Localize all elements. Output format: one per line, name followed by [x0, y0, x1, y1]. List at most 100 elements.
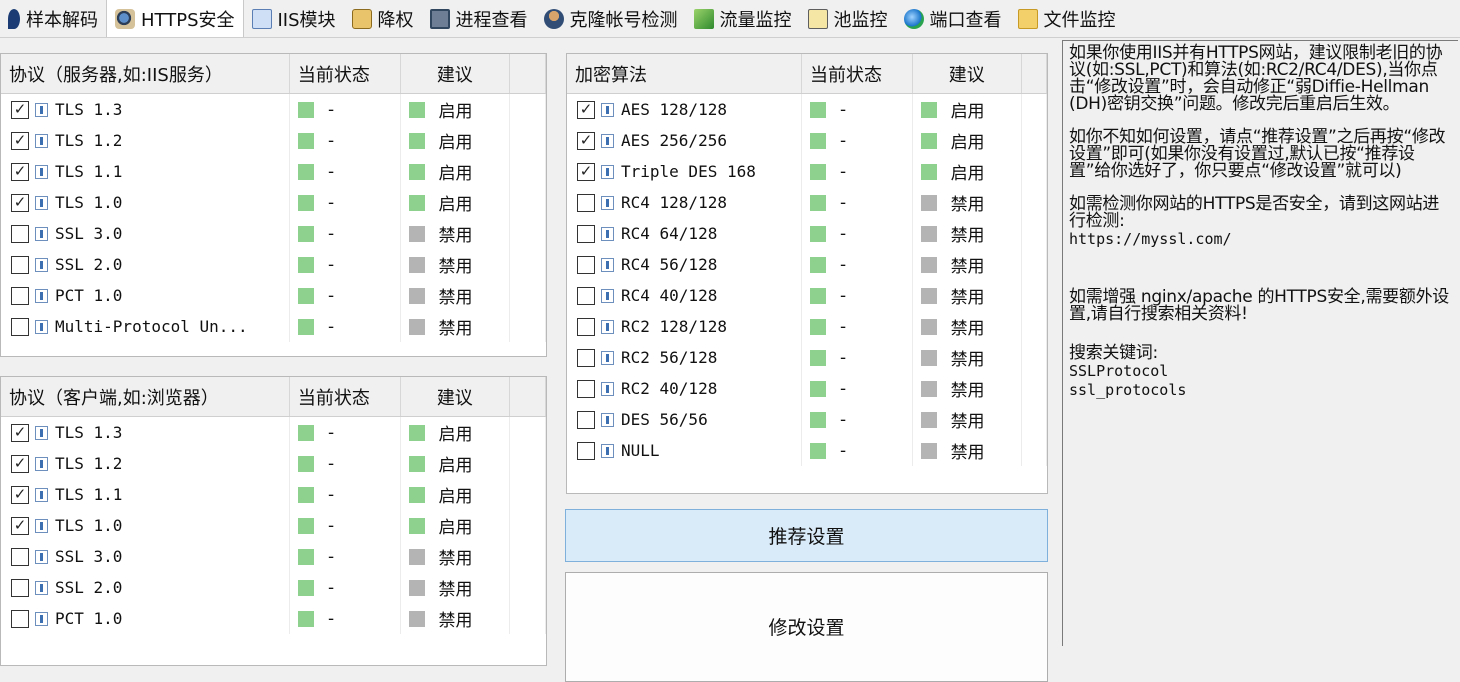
status-cell: -	[802, 311, 913, 342]
tab-bar: 样本解码 HTTPS安全 IIS模块 降权 进程查看 克隆帐号检测 流量监控 池监控 端口查看 文…	[0, 0, 1460, 38]
spacer-cell	[510, 417, 546, 448]
row-checkbox[interactable]	[11, 547, 29, 566]
cipher-row[interactable]: ✓ AES 256/256 - 启用	[567, 125, 1047, 156]
info-item-icon	[35, 518, 48, 533]
cipher-row[interactable]: RC4 64/128 - 禁用	[567, 218, 1047, 249]
advice-indicator-icon	[408, 101, 425, 118]
client-protocol-row[interactable]: PCT 1.0 - 禁用	[1, 603, 546, 634]
status-cell: -	[290, 479, 401, 510]
cipher-row[interactable]: ✓ AES 128/128 - 启用	[567, 94, 1047, 125]
server-protocol-row[interactable]: SSL 3.0 - 禁用	[1, 218, 546, 249]
row-checkbox[interactable]	[11, 255, 29, 274]
client-protocol-row[interactable]: ✓ TLS 1.0 - 启用	[1, 510, 546, 541]
row-checkbox[interactable]	[11, 317, 29, 336]
column-header-protocol[interactable]: 协议（客户端,如:浏览器）	[1, 377, 290, 416]
client-protocol-row[interactable]: SSL 3.0 - 禁用	[1, 541, 546, 572]
advice-cell: 启用	[401, 125, 511, 156]
server-protocol-row[interactable]: Multi-Protocol Un... - 禁用	[1, 311, 546, 342]
column-header-advice[interactable]: 建议	[401, 377, 511, 416]
tab-3[interactable]: 降权	[344, 1, 422, 37]
client-protocol-name: TLS 1.1	[55, 485, 123, 504]
client-protocol-row[interactable]: SSL 2.0 - 禁用	[1, 572, 546, 603]
column-header-protocol[interactable]: 协议（服务器,如:IIS服务）	[1, 54, 290, 93]
tab-0[interactable]: 样本解码	[0, 1, 106, 37]
row-checkbox[interactable]: ✓	[11, 423, 29, 442]
info-item-icon	[35, 611, 48, 626]
row-checkbox[interactable]	[11, 578, 29, 597]
column-header-spacer	[510, 377, 546, 416]
name-cell: ✓ AES 128/128	[567, 94, 803, 125]
client-protocol-row[interactable]: ✓ TLS 1.1 - 启用	[1, 479, 546, 510]
cipher-name: RC2 40/128	[621, 379, 718, 398]
info-item-icon	[601, 381, 614, 396]
row-checkbox[interactable]: ✓	[577, 100, 595, 119]
column-header-status[interactable]: 当前状态	[290, 54, 401, 93]
row-checkbox[interactable]	[577, 255, 595, 274]
row-checkbox[interactable]: ✓	[577, 162, 595, 181]
client-protocol-row[interactable]: ✓ TLS 1.2 - 启用	[1, 448, 546, 479]
recommend-settings-button[interactable]: 推荐设置	[565, 509, 1048, 562]
tab-6[interactable]: 流量监控	[686, 1, 800, 37]
row-checkbox[interactable]: ✓	[11, 454, 29, 473]
row-checkbox[interactable]	[577, 379, 595, 398]
cipher-row[interactable]: NULL - 禁用	[567, 435, 1047, 466]
status-cell: -	[290, 510, 401, 541]
column-header-status[interactable]: 当前状态	[290, 377, 401, 416]
row-checkbox[interactable]: ✓	[11, 162, 29, 181]
row-checkbox[interactable]	[11, 609, 29, 628]
column-header-advice[interactable]: 建议	[913, 54, 1023, 93]
tab-1[interactable]: HTTPS安全	[106, 0, 244, 37]
cipher-row[interactable]: RC4 128/128 - 禁用	[567, 187, 1047, 218]
server-protocol-row[interactable]: ✓ TLS 1.1 - 启用	[1, 156, 546, 187]
row-checkbox[interactable]	[577, 410, 595, 429]
row-checkbox[interactable]: ✓	[11, 100, 29, 119]
tab-5[interactable]: 克隆帐号检测	[536, 1, 686, 37]
notepad-icon	[807, 9, 828, 29]
server-protocol-row[interactable]: ✓ TLS 1.0 - 启用	[1, 187, 546, 218]
row-checkbox[interactable]: ✓	[577, 131, 595, 150]
tab-4[interactable]: 进程查看	[422, 1, 536, 37]
row-checkbox[interactable]	[577, 441, 595, 460]
server-protocol-row[interactable]: PCT 1.0 - 禁用	[1, 280, 546, 311]
server-protocol-row[interactable]: ✓ TLS 1.3 - 启用	[1, 94, 546, 125]
cipher-row[interactable]: RC2 128/128 - 禁用	[567, 311, 1047, 342]
cipher-row[interactable]: DES 56/56 - 禁用	[567, 404, 1047, 435]
cipher-row[interactable]: RC4 40/128 - 禁用	[567, 280, 1047, 311]
tab-8[interactable]: 端口查看	[896, 1, 1010, 37]
status-indicator-icon	[297, 486, 314, 503]
tab-7[interactable]: 池监控	[800, 1, 896, 37]
cipher-name: RC4 56/128	[621, 255, 718, 274]
name-cell: ✓ TLS 1.0	[1, 187, 290, 218]
row-checkbox[interactable]: ✓	[11, 485, 29, 504]
row-checkbox[interactable]	[11, 286, 29, 305]
row-checkbox[interactable]	[11, 224, 29, 243]
server-protocol-row[interactable]: SSL 2.0 - 禁用	[1, 249, 546, 280]
column-header-advice[interactable]: 建议	[401, 54, 511, 93]
advice-indicator-icon	[408, 194, 425, 211]
row-checkbox[interactable]: ✓	[11, 193, 29, 212]
row-checkbox[interactable]	[577, 224, 595, 243]
row-checkbox[interactable]	[577, 317, 595, 336]
cipher-row[interactable]: RC2 40/128 - 禁用	[567, 373, 1047, 404]
column-header-cipher[interactable]: 加密算法	[567, 54, 802, 93]
row-checkbox[interactable]: ✓	[11, 516, 29, 535]
server-protocol-row[interactable]: ✓ TLS 1.2 - 启用	[1, 125, 546, 156]
name-cell: RC2 56/128	[567, 342, 803, 373]
cipher-name: AES 128/128	[621, 100, 727, 119]
row-checkbox[interactable]	[577, 348, 595, 367]
name-cell: PCT 1.0	[1, 603, 290, 634]
client-protocol-row[interactable]: ✓ TLS 1.3 - 启用	[1, 417, 546, 448]
column-header-status[interactable]: 当前状态	[802, 54, 913, 93]
tab-2[interactable]: IIS模块	[244, 1, 344, 37]
row-checkbox[interactable]	[577, 193, 595, 212]
cipher-row[interactable]: RC2 56/128 - 禁用	[567, 342, 1047, 373]
cipher-name: RC4 64/128	[621, 224, 718, 243]
cipher-row[interactable]: RC4 56/128 - 禁用	[567, 249, 1047, 280]
row-checkbox[interactable]: ✓	[11, 131, 29, 150]
column-header-spacer	[1022, 54, 1047, 93]
name-cell: ✓ TLS 1.2	[1, 125, 290, 156]
cipher-row[interactable]: ✓ Triple DES 168 - 启用	[567, 156, 1047, 187]
row-checkbox[interactable]	[577, 286, 595, 305]
modify-settings-button[interactable]: 修改设置	[565, 572, 1048, 682]
tab-9[interactable]: 文件监控	[1010, 1, 1124, 37]
